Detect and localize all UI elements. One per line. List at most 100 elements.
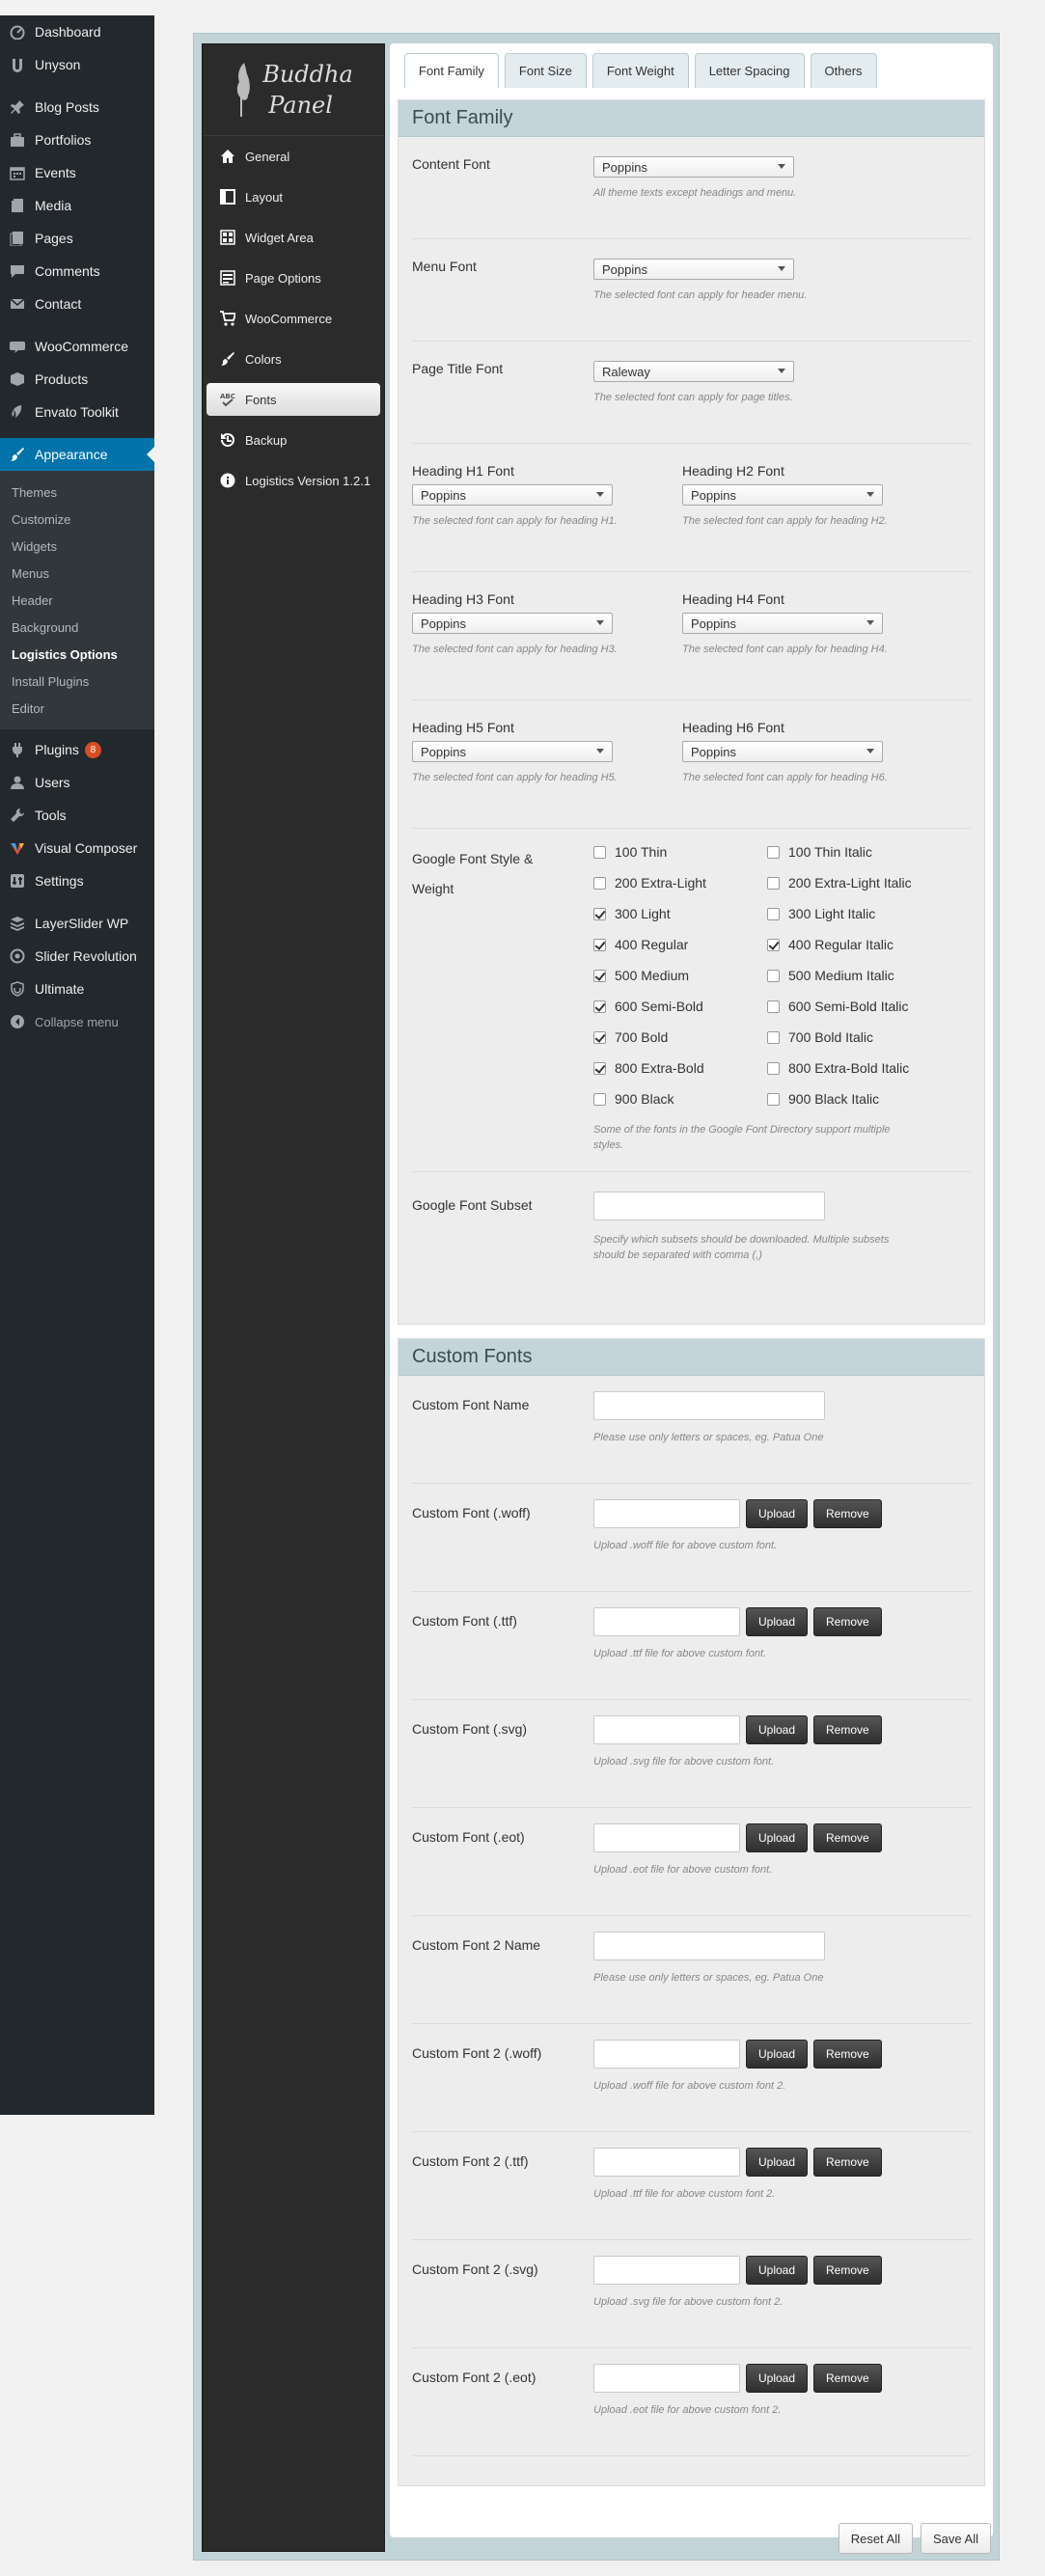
tab-letter-spacing[interactable]: Letter Spacing — [694, 53, 805, 88]
upload-button[interactable]: Upload — [746, 1715, 809, 1744]
checkbox[interactable] — [767, 1000, 780, 1013]
reset-all-button[interactable]: Reset All — [838, 2523, 914, 2554]
upload-button[interactable]: Upload — [746, 2040, 809, 2069]
weight-option-600-semi-bold-italic[interactable]: 600 Semi-Bold Italic — [767, 999, 909, 1014]
save-all-button[interactable]: Save All — [921, 2523, 991, 2554]
wp-menu-users[interactable]: Users — [0, 766, 154, 799]
theme-nav-page-options[interactable]: Page Options — [206, 258, 380, 298]
weight-option-400-regular-italic[interactable]: 400 Regular Italic — [767, 937, 894, 952]
checkbox[interactable] — [767, 1092, 780, 1106]
theme-nav-colors[interactable]: Colors — [206, 339, 380, 379]
wp-menu-plugins[interactable]: Plugins 8 — [0, 733, 154, 766]
checkbox[interactable] — [593, 1000, 606, 1013]
wp-menu-appearance[interactable]: Appearance — [0, 438, 154, 471]
wp-menu-pages[interactable]: Pages — [0, 222, 154, 255]
theme-nav-layout[interactable]: Layout — [206, 177, 380, 217]
remove-button[interactable]: Remove — [813, 2040, 882, 2069]
checkbox[interactable] — [767, 1030, 780, 1044]
heading-h3-font-select[interactable]: Poppins — [412, 613, 613, 634]
wp-menu-slider-revolution[interactable]: Slider Revolution — [0, 940, 154, 973]
page-title-font-select[interactable]: Raleway — [593, 361, 794, 382]
weight-option-800-extra-bold[interactable]: 800 Extra-Bold — [593, 1060, 704, 1076]
theme-nav-fonts[interactable]: ABC Fonts — [206, 383, 380, 416]
wp-menu-dashboard[interactable]: Dashboard — [0, 15, 154, 48]
custom-font-name-input[interactable] — [593, 1391, 825, 1420]
weight-option-300-light[interactable]: 300 Light — [593, 906, 671, 921]
heading-h5-font-select[interactable]: Poppins — [412, 741, 613, 762]
remove-button[interactable]: Remove — [813, 1715, 882, 1744]
remove-button[interactable]: Remove — [813, 1499, 882, 1528]
wp-submenu-themes[interactable]: Themes — [0, 479, 154, 506]
wp-submenu-widgets[interactable]: Widgets — [0, 533, 154, 560]
custom-font-2-svg-file-input[interactable] — [593, 2256, 740, 2285]
checkbox[interactable] — [767, 969, 780, 982]
checkbox[interactable] — [593, 1061, 606, 1075]
upload-button[interactable]: Upload — [746, 1823, 809, 1852]
custom-font-2-ttf-file-input[interactable] — [593, 2148, 740, 2177]
heading-h2-font-select[interactable]: Poppins — [682, 484, 883, 506]
wp-menu-blog-posts[interactable]: Blog Posts — [0, 91, 154, 123]
tab-font-size[interactable]: Font Size — [504, 53, 587, 88]
wp-menu-comments[interactable]: Comments — [0, 255, 154, 288]
custom-font-2-eot-file-input[interactable] — [593, 2364, 740, 2393]
wp-menu-settings[interactable]: Settings — [0, 864, 154, 897]
wp-menu-contact[interactable]: Contact — [0, 288, 154, 320]
upload-button[interactable]: Upload — [746, 1607, 809, 1636]
wp-menu-portfolios[interactable]: Portfolios — [0, 123, 154, 156]
tab-font-weight[interactable]: Font Weight — [591, 53, 689, 88]
checkbox[interactable] — [767, 845, 780, 859]
weight-option-300-light-italic[interactable]: 300 Light Italic — [767, 906, 875, 921]
wp-menu-unyson[interactable]: Unyson — [0, 48, 154, 81]
wp-submenu-background[interactable]: Background — [0, 614, 154, 641]
custom-font-2-name-input[interactable] — [593, 1932, 825, 1960]
heading-h6-font-select[interactable]: Poppins — [682, 741, 883, 762]
checkbox[interactable] — [767, 876, 780, 890]
checkbox[interactable] — [593, 845, 606, 859]
theme-nav-backup[interactable]: Backup — [206, 420, 380, 460]
theme-nav-widget-area[interactable]: Widget Area — [206, 217, 380, 258]
heading-h4-font-select[interactable]: Poppins — [682, 613, 883, 634]
menu-font-select[interactable]: Poppins — [593, 259, 794, 280]
custom-font-svg-file-input[interactable] — [593, 1715, 740, 1744]
tab-others[interactable]: Others — [810, 53, 877, 88]
checkbox[interactable] — [593, 1030, 606, 1044]
weight-option-400-regular[interactable]: 400 Regular — [593, 937, 688, 952]
weight-option-900-black-italic[interactable]: 900 Black Italic — [767, 1091, 879, 1107]
remove-button[interactable]: Remove — [813, 1823, 882, 1852]
weight-option-700-bold[interactable]: 700 Bold — [593, 1029, 668, 1045]
wp-menu-products[interactable]: Products — [0, 363, 154, 396]
upload-button[interactable]: Upload — [746, 2148, 809, 2177]
wp-menu-ultimate[interactable]: Ultimate — [0, 973, 154, 1005]
remove-button[interactable]: Remove — [813, 2148, 882, 2177]
checkbox[interactable] — [593, 907, 606, 920]
wp-submenu-header[interactable]: Header — [0, 587, 154, 614]
wp-menu-events[interactable]: Events — [0, 156, 154, 189]
heading-h1-font-select[interactable]: Poppins — [412, 484, 613, 506]
content-font-select[interactable]: Poppins — [593, 156, 794, 178]
wp-submenu-customize[interactable]: Customize — [0, 506, 154, 533]
checkbox[interactable] — [767, 1061, 780, 1075]
wp-menu-media[interactable]: Media — [0, 189, 154, 222]
weight-option-800-extra-bold-italic[interactable]: 800 Extra-Bold Italic — [767, 1060, 909, 1076]
checkbox[interactable] — [593, 876, 606, 890]
custom-font-ttf-file-input[interactable] — [593, 1607, 740, 1636]
weight-option-100-thin[interactable]: 100 Thin — [593, 844, 667, 860]
weight-option-900-black[interactable]: 900 Black — [593, 1091, 674, 1107]
wp-submenu-install-plugins[interactable]: Install Plugins — [0, 668, 154, 695]
weight-option-100-thin-italic[interactable]: 100 Thin Italic — [767, 844, 872, 860]
wp-menu-collapse-menu[interactable]: Collapse menu — [0, 1005, 154, 1038]
weight-option-500-medium-italic[interactable]: 500 Medium Italic — [767, 968, 894, 983]
weight-option-500-medium[interactable]: 500 Medium — [593, 968, 689, 983]
checkbox[interactable] — [767, 938, 780, 951]
checkbox[interactable] — [593, 1092, 606, 1106]
checkbox[interactable] — [767, 907, 780, 920]
remove-button[interactable]: Remove — [813, 2364, 882, 2393]
checkbox[interactable] — [593, 938, 606, 951]
remove-button[interactable]: Remove — [813, 2256, 882, 2285]
wp-menu-tools[interactable]: Tools — [0, 799, 154, 832]
theme-nav-general[interactable]: General — [206, 136, 380, 177]
wp-menu-layerslider-wp[interactable]: LayerSlider WP — [0, 907, 154, 940]
weight-option-700-bold-italic[interactable]: 700 Bold Italic — [767, 1029, 873, 1045]
upload-button[interactable]: Upload — [746, 1499, 809, 1528]
checkbox[interactable] — [593, 969, 606, 982]
